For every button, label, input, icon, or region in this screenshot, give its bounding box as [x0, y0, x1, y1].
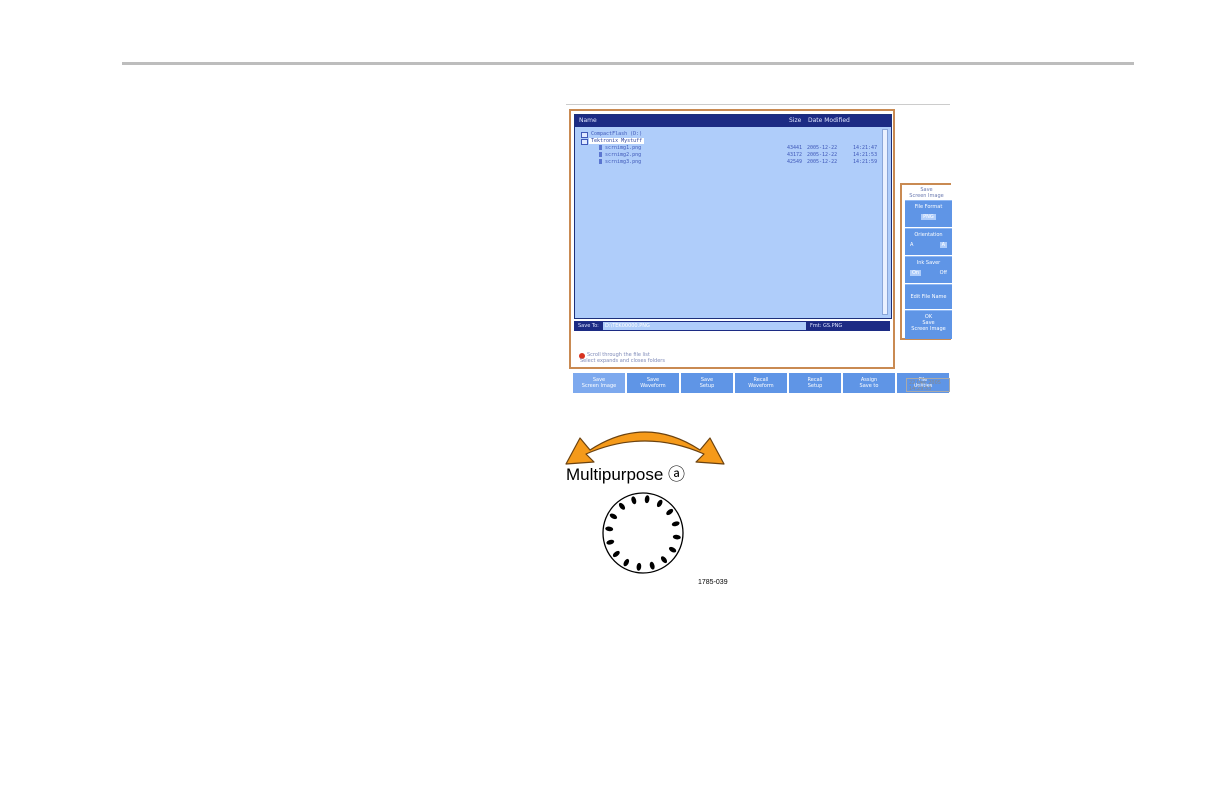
ink-saver-on: On — [910, 270, 922, 276]
file-list-scrollbar[interactable] — [882, 129, 888, 315]
page-header-rule — [122, 62, 1134, 65]
menu-save-setup[interactable]: Save Setup — [681, 373, 734, 393]
file-row-name[interactable]: scrnimg1.png — [605, 145, 641, 151]
orientation-label: Orientation — [914, 232, 943, 238]
file-icon — [599, 159, 602, 164]
file-row-date: 2005-12-22 — [807, 145, 838, 151]
ink-saver-button[interactable]: Ink Saver On Off — [905, 256, 952, 283]
file-icon — [599, 152, 602, 157]
edit-file-name-button[interactable]: Edit File Name — [905, 284, 952, 309]
ok-save-screen-image-button[interactable]: OK Save Screen Image — [905, 310, 952, 339]
figure-id: 1785-039 — [698, 579, 728, 586]
menu-save-screen-image[interactable]: Save Screen Image — [573, 373, 626, 393]
drive-icon — [581, 132, 588, 138]
time-readout: 14:29:53 — [909, 386, 932, 392]
file-format-button[interactable]: File Format PNG — [905, 200, 952, 227]
column-size[interactable]: Size — [789, 115, 801, 127]
ok-line3: Screen Image — [911, 326, 946, 332]
date-time-readout: 22 Dec 2005 14:29:53 — [906, 378, 950, 392]
menu-recall-setup[interactable]: Recall Setup — [789, 373, 842, 393]
menu-line2: Save to — [859, 383, 879, 389]
ink-saver-off: Off — [939, 270, 947, 276]
save-to-bar: Save To: D:\TEK00000.PNG Fmt: GS.PNG — [574, 321, 890, 331]
file-row-time: 14:21:59 — [853, 159, 878, 165]
folder-icon — [581, 139, 588, 145]
file-row-time: 14:21:47 — [853, 145, 878, 151]
menu-save-waveform[interactable]: Save Waveform — [627, 373, 680, 393]
menu-assign-save-to[interactable]: Assign Save to — [843, 373, 896, 393]
file-row-date: 2005-12-22 — [807, 159, 838, 165]
knob-rotation-arrow-icon — [565, 431, 725, 465]
ink-saver-label: Ink Saver — [916, 260, 941, 266]
file-browser-window: Name Size Date Modified CompactFlash (D:… — [569, 109, 895, 369]
menu-recall-waveform[interactable]: Recall Waveform — [735, 373, 788, 393]
tree-item-drive[interactable]: CompactFlash (D:) — [591, 131, 642, 137]
orientation-button[interactable]: Orientation A A — [905, 228, 952, 255]
file-row-size: 43172 — [787, 152, 803, 158]
side-menu-title: Save Screen Image — [902, 187, 951, 199]
file-format-value: PNG — [921, 214, 936, 220]
file-row-size: 42549 — [787, 159, 803, 165]
multipurpose-knob-label: Multipurpose ⓐ — [566, 465, 686, 484]
column-date-modified[interactable]: Date Modified — [808, 115, 850, 127]
file-row-name[interactable]: scrnimg2.png — [605, 152, 641, 158]
file-row-date: 2005-12-22 — [807, 152, 838, 158]
file-row-name[interactable]: scrnimg3.png — [605, 159, 641, 165]
file-row-time: 14:21:53 — [853, 152, 878, 158]
file-icon — [599, 145, 602, 150]
file-row-size: 43441 — [787, 145, 803, 151]
hint-line-2: Select expands and closes folders — [580, 358, 665, 364]
format-label: Fmt: GS.PNG — [810, 323, 843, 329]
menu-line2: Waveform — [748, 383, 774, 389]
menu-line2: Setup — [807, 383, 823, 389]
side-menu-title-line2: Screen Image — [909, 193, 944, 199]
menu-line2: Waveform — [640, 383, 666, 389]
tree-item-folder[interactable]: Tektronix Mystuff — [589, 138, 645, 144]
orientation-portrait-icon: A — [910, 242, 914, 248]
menu-line2: Screen Image — [581, 383, 617, 389]
multipurpose-knob-icon[interactable] — [598, 490, 688, 576]
save-to-field[interactable]: D:\TEK00000.PNG — [603, 322, 806, 330]
file-format-label: File Format — [914, 204, 943, 210]
save-to-label: Save To: — [578, 323, 599, 329]
menu-line2: Setup — [699, 383, 715, 389]
orientation-landscape-icon: A — [939, 242, 947, 248]
file-list-panel: Name Size Date Modified CompactFlash (D:… — [574, 114, 892, 319]
column-name[interactable]: Name — [579, 115, 597, 127]
side-menu-panel: Save Screen Image File Format PNG Orient… — [900, 183, 952, 340]
screen-top-rule — [566, 104, 950, 105]
file-list-header: Name Size Date Modified — [575, 115, 891, 127]
